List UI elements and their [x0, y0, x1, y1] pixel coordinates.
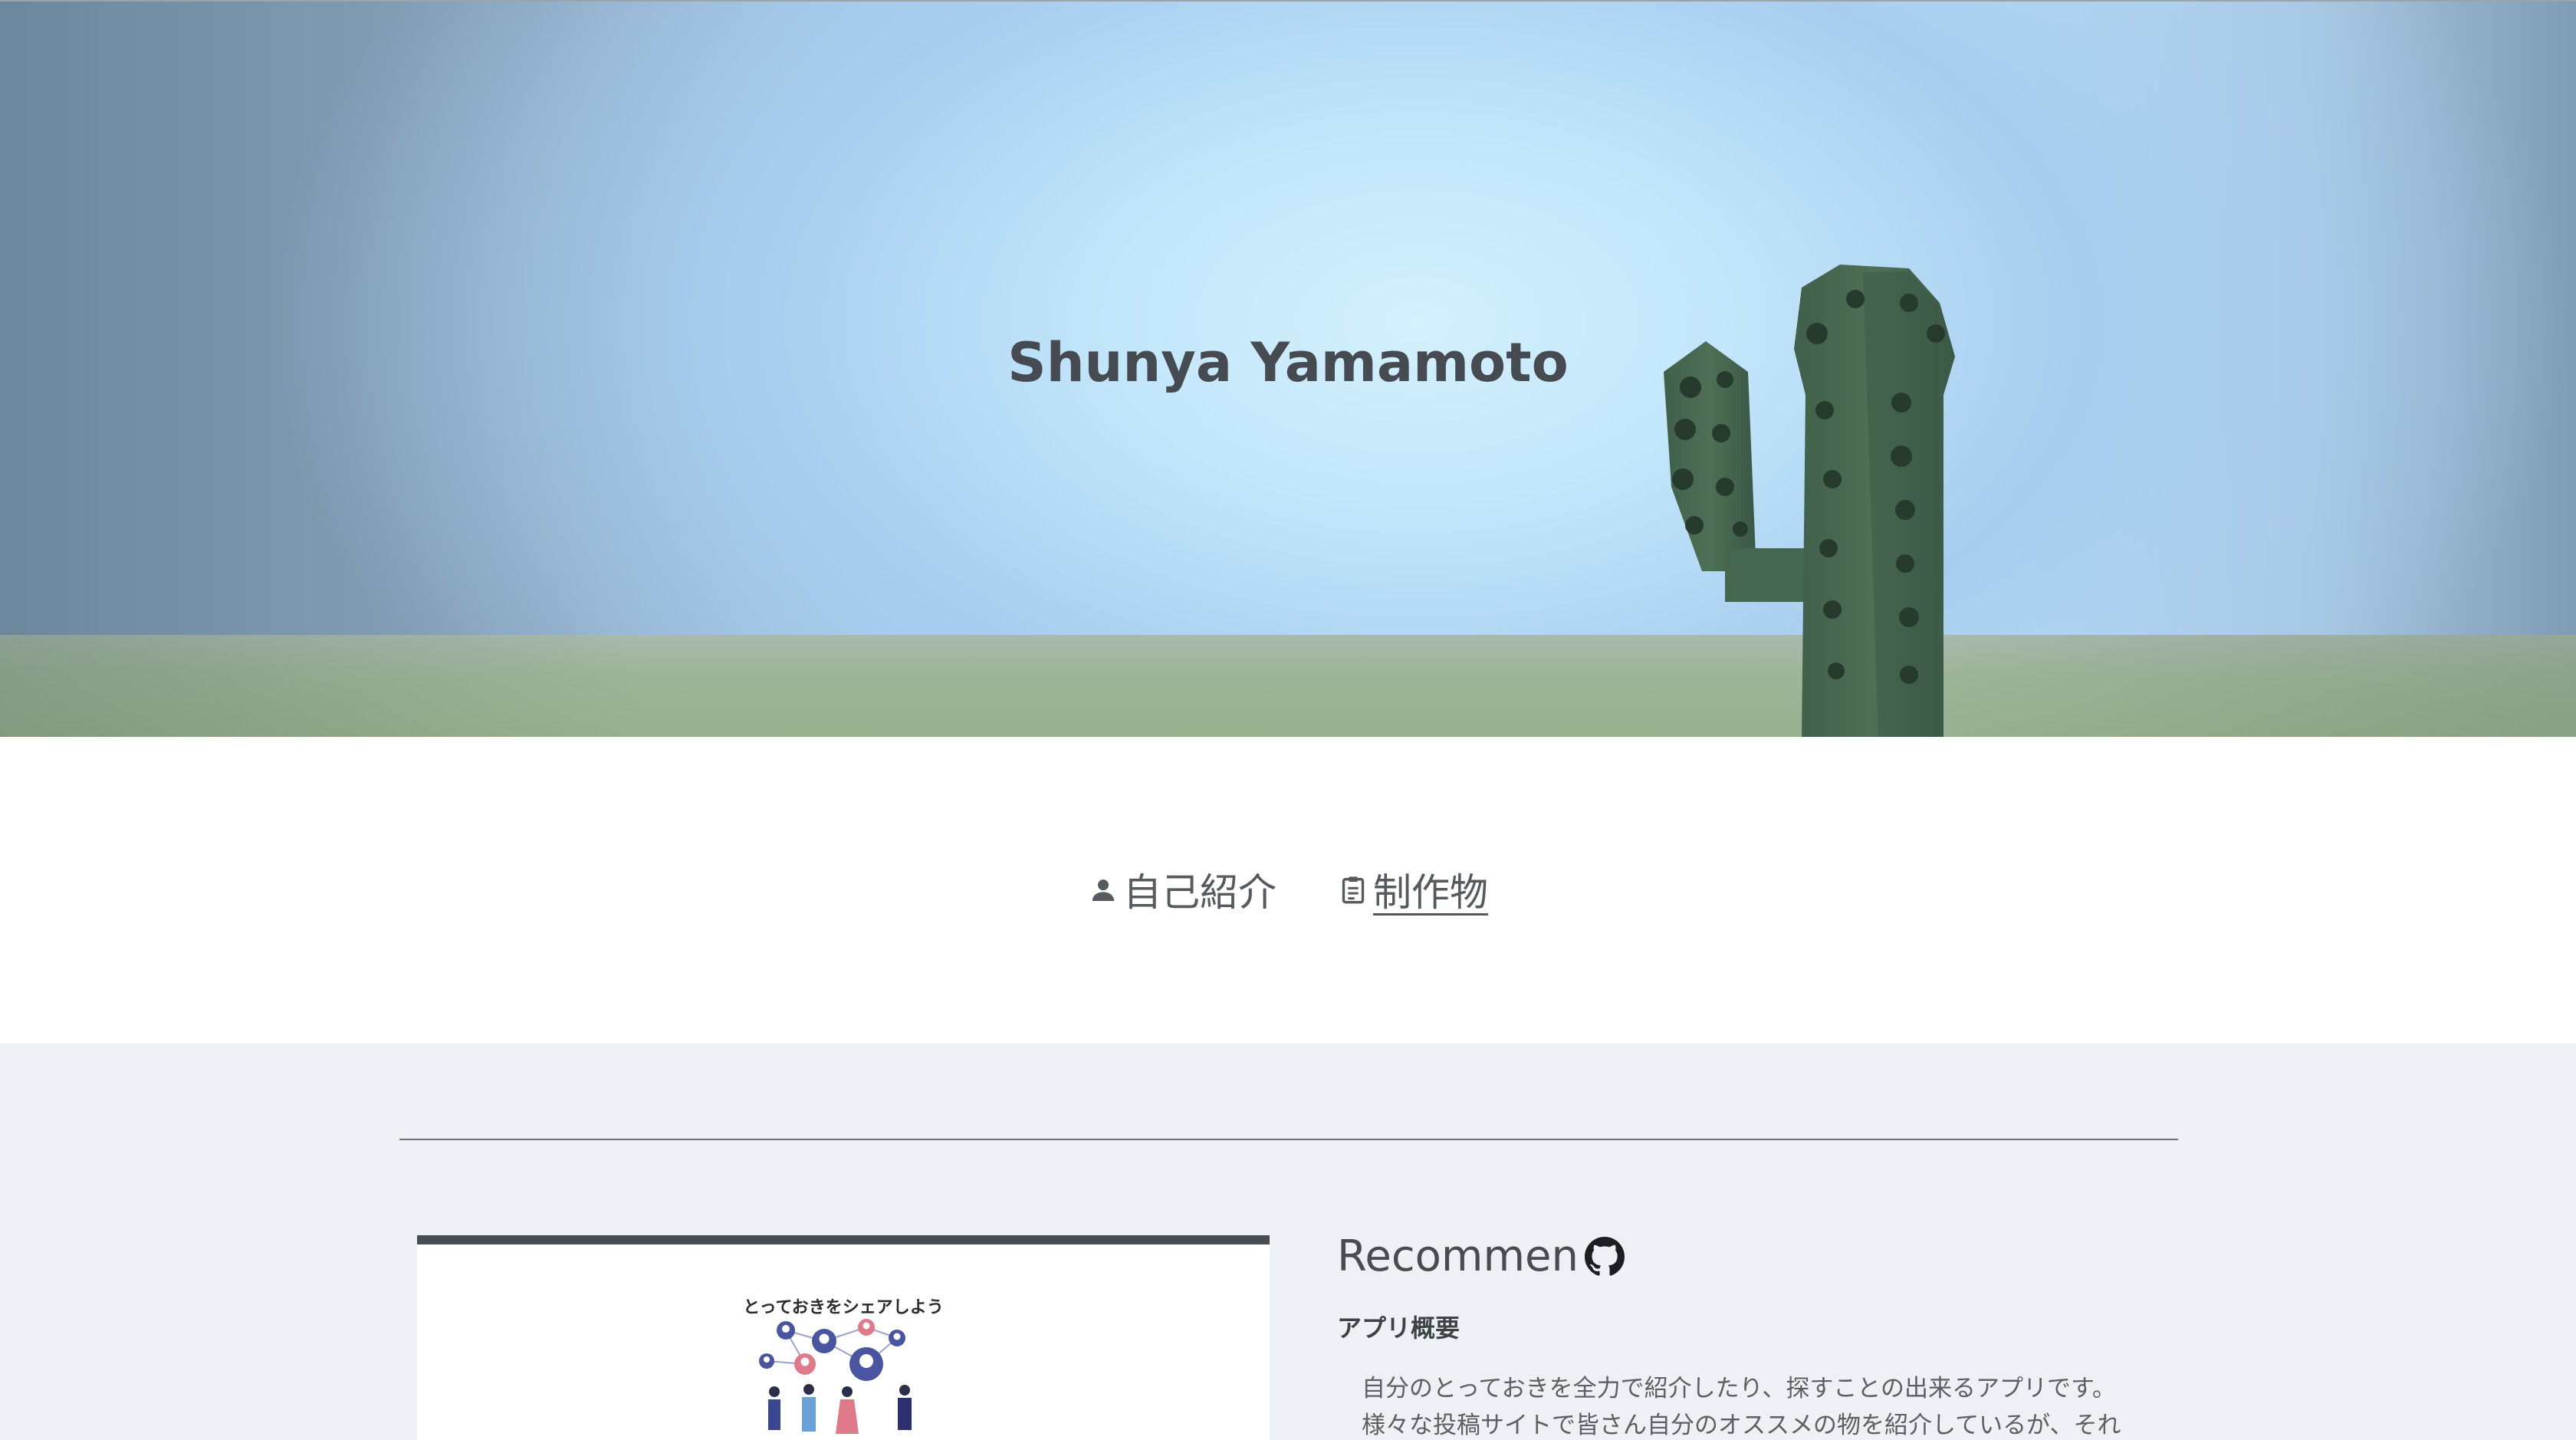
hero-ground: [0, 635, 2576, 737]
app-overview-description: 自分のとっておきを全力で紹介したり、探すことの出来るアプリです。 様々な投稿サイ…: [1362, 1370, 2190, 1440]
clipboard-icon: [1342, 876, 1365, 904]
cactus-illustration: [1664, 265, 1955, 737]
people-network-illustration: [759, 1319, 912, 1434]
nav-link-works[interactable]: 制作物: [1336, 862, 1490, 917]
works-section: とっておきをシェアしよう Recommen アプリ概要 自分のとっておきを全力で…: [0, 1044, 2576, 1440]
work-title-row: Recommen: [1337, 1231, 1625, 1281]
work-title: Recommen: [1337, 1231, 1579, 1281]
thumbnail-caption: とっておきをシェアしよう: [743, 1298, 944, 1317]
nav-links: 自己紹介 制作物: [0, 862, 2576, 917]
hero-top-border: [0, 0, 2576, 2]
section-divider: [399, 1139, 2178, 1140]
app-overview-heading: アプリ概要: [1337, 1313, 1460, 1343]
work-thumbnail[interactable]: とっておきをシェアしよう: [417, 1235, 1270, 1440]
nav-label-works: 制作物: [1373, 870, 1488, 915]
description-line: 様々な投稿サイトで皆さん自分のオススメの物を紹介しているが、それ: [1362, 1412, 2121, 1439]
github-icon[interactable]: [1584, 1236, 1625, 1277]
hero-header: Shunya Yamamoto: [0, 0, 2576, 737]
description-line: 自分のとっておきを全力で紹介したり、探すことの出来るアプリです。: [1362, 1375, 2116, 1402]
page: Shunya Yamamoto 自己紹介 制作物 とっておきをシェアしよう Re…: [0, 0, 2576, 1440]
site-title: Shunya Yamamoto: [1007, 331, 1569, 394]
nav-label-about: 自己紹介: [1123, 870, 1276, 915]
main-nav: 自己紹介 制作物: [0, 737, 2576, 1044]
person-icon: [1092, 879, 1115, 901]
nav-link-about[interactable]: 自己紹介: [1086, 862, 1278, 917]
